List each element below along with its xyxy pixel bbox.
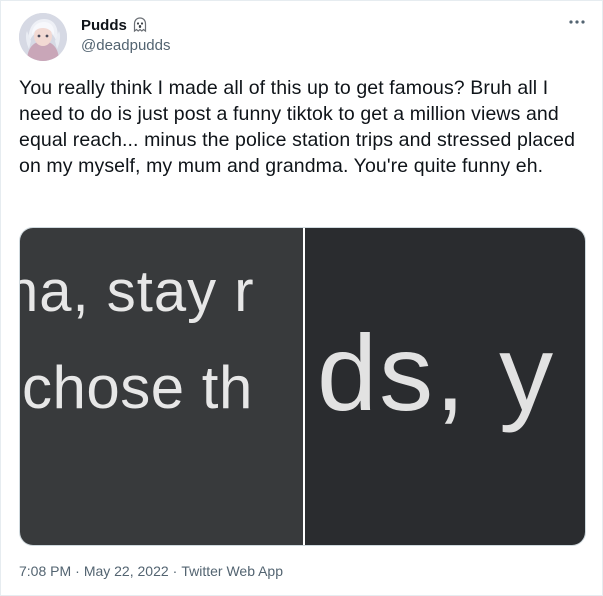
tweet-time[interactable]: 7:08 PM [19,563,71,579]
avatar-image [19,13,67,61]
tweet-card: Pudds @deadpudds You really think I made… [0,0,603,596]
tweet-media[interactable]: na, stay r chose th ds, y [19,227,586,546]
image-text-line: na, stay r [20,259,255,324]
tweet-date[interactable]: May 22, 2022 [84,563,169,579]
avatar[interactable] [19,13,67,61]
media-image-right[interactable]: ds, y [305,228,585,545]
author-name-row[interactable]: Pudds [81,15,147,35]
more-options-button[interactable] [566,13,588,31]
display-name[interactable]: Pudds [81,17,127,34]
user-handle[interactable]: @deadpudds [81,37,170,54]
ghost-icon [133,17,147,33]
image-text-line: chose th [22,354,253,421]
tweet-text: You really think I made all of this up t… [19,77,576,177]
image-text-line: ds, y [317,312,556,433]
tweet-source[interactable]: Twitter Web App [181,563,283,579]
media-image-left[interactable]: na, stay r chose th [20,228,303,545]
more-dots-icon [569,20,585,24]
separator: · [75,563,80,579]
tweet-metadata: 7:08 PM · May 22, 2022 · Twitter Web App [19,563,283,579]
separator: · [172,563,178,579]
